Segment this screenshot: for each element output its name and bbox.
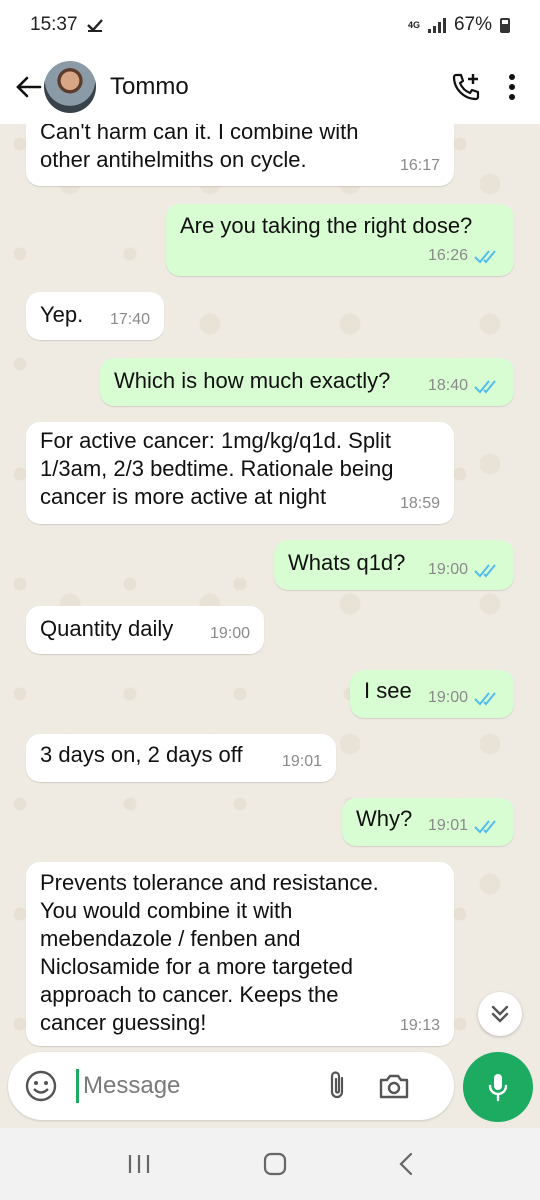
message-text: Are you taking the right dose? (180, 213, 473, 238)
battery-level: 67% (453, 14, 492, 35)
message-outgoing[interactable]: Which is how much exactly? 18:40 (100, 358, 514, 406)
read-ticks-icon (474, 250, 496, 264)
message-text: Prevents tolerance and resistance. You w… (40, 870, 379, 1035)
message-time: 19:00 (427, 689, 468, 706)
microphone-icon (488, 1074, 508, 1102)
chat-area[interactable]: Can't harm can it. I combine with other … (0, 124, 540, 1050)
system-nav-bar (0, 1128, 540, 1200)
message-time: 19:01 (281, 753, 322, 770)
message-time: 19:00 (427, 561, 468, 578)
message-meta: 19:00 (428, 556, 500, 584)
message-meta: 19:01 (282, 748, 322, 776)
message-meta: 18:59 (400, 490, 440, 518)
message-incoming[interactable]: For active cancer: 1mg/kg/q1d. Split 1/3… (26, 422, 454, 524)
read-ticks-icon (474, 820, 496, 834)
message-incoming[interactable]: 3 days on, 2 days off 19:01 (26, 734, 336, 782)
message-time: 16:26 (427, 247, 468, 264)
message-time: 19:00 (209, 625, 250, 642)
camera-icon[interactable] (378, 1072, 410, 1100)
battery-icon (500, 17, 510, 33)
signal-icon (427, 17, 446, 33)
back-arrow-icon (16, 76, 42, 98)
message-meta: 18:40 (428, 372, 500, 400)
emoji-icon[interactable] (24, 1069, 58, 1103)
add-call-icon[interactable] (450, 71, 482, 103)
status-time-group: 15:37 (30, 14, 104, 36)
message-text: Can't harm can it. I combine with other … (40, 124, 359, 172)
message-incoming[interactable]: Can't harm can it. I combine with other … (26, 124, 454, 186)
message-meta: 19:00 (428, 684, 500, 712)
home-icon[interactable] (263, 1152, 287, 1176)
chat-header: Tommo (0, 50, 540, 124)
message-time: 19:01 (427, 817, 468, 834)
message-meta: 16:17 (400, 152, 440, 180)
contact-name[interactable]: Tommo (110, 73, 189, 101)
read-ticks-icon (474, 692, 496, 706)
back-nav-icon[interactable] (398, 1152, 414, 1176)
message-incoming[interactable]: Prevents tolerance and resistance. You w… (26, 862, 454, 1046)
message-text: For active cancer: 1mg/kg/q1d. Split 1/3… (40, 428, 394, 509)
avatar[interactable] (44, 61, 96, 113)
read-ticks-icon (474, 564, 496, 578)
message-text: 3 days on, 2 days off (40, 742, 243, 767)
message-time: 16:17 (399, 157, 440, 174)
message-meta: 19:00 (210, 620, 250, 648)
message-outgoing[interactable]: Are you taking the right dose? 16:26 (166, 204, 514, 276)
network-type: 4G (407, 19, 420, 30)
status-time: 15:37 (30, 14, 78, 35)
message-time: 18:40 (427, 377, 468, 394)
message-time: 17:40 (109, 311, 150, 328)
message-input[interactable] (76, 1069, 306, 1103)
message-meta: 19:01 (428, 812, 500, 840)
voice-message-button[interactable] (463, 1052, 533, 1122)
message-outgoing[interactable]: Why? 19:01 (342, 798, 514, 846)
message-composer (8, 1052, 454, 1120)
header-actions (450, 71, 516, 103)
double-chevron-down-icon (491, 1005, 509, 1023)
message-meta: 17:40 (110, 306, 150, 334)
status-right-group: 4G 67% (408, 14, 510, 36)
message-incoming[interactable]: Yep. 17:40 (26, 292, 164, 340)
message-meta: 19:13 (400, 1012, 440, 1040)
more-vert-icon[interactable] (508, 73, 516, 101)
message-time: 18:59 (399, 495, 440, 512)
message-meta: 16:26 (428, 242, 500, 270)
read-ticks-icon (474, 380, 496, 394)
scroll-to-bottom-button[interactable] (478, 992, 522, 1036)
check-icon (86, 19, 103, 32)
message-outgoing[interactable]: I see 19:00 (350, 670, 514, 718)
status-bar: 15:37 4G 67% (0, 0, 540, 50)
message-incoming[interactable]: Quantity daily 19:00 (26, 606, 264, 654)
attach-icon[interactable] (326, 1070, 348, 1102)
message-outgoing[interactable]: Whats q1d? 19:00 (274, 540, 514, 590)
message-time: 19:13 (399, 1017, 440, 1034)
recent-apps-icon[interactable] (126, 1153, 152, 1175)
